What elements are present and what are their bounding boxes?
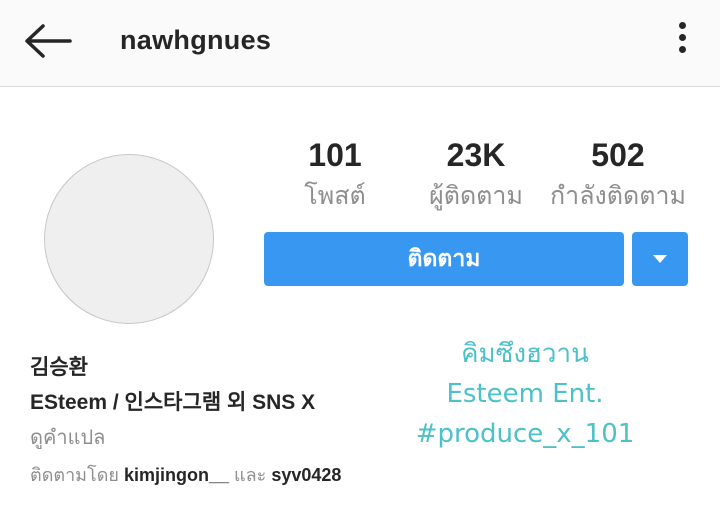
handwritten-annotation: คิมซึงฮวาน Esteem Ent. #produce_x_101 — [410, 334, 640, 454]
more-vertical-icon[interactable] — [672, 22, 692, 58]
followed-by-user-1[interactable]: kimjingon__ — [124, 465, 229, 485]
suggestions-dropdown-button[interactable] — [632, 232, 688, 286]
followed-by-and: และ — [234, 465, 267, 485]
stat-posts[interactable]: 101 โพสต์ — [300, 136, 370, 212]
bio-text: ESteem / 인스타그램 외 SNS X — [30, 391, 316, 414]
followed-by: ติดตามโดย kimjingon__ และ syv0428 — [30, 462, 341, 488]
stat-posts-count: 101 — [308, 137, 362, 173]
stat-following-label: กำลังติดตาม — [550, 182, 686, 210]
bio-section: 김승환 ESteem / 인스타그램 외 SNS X ดูคำแปล ติดตา… — [30, 354, 341, 488]
caret-down-icon — [653, 255, 667, 263]
stat-followers-label: ผู้ติดตาม — [429, 182, 523, 210]
stat-following-count: 502 — [591, 137, 645, 173]
stat-following[interactable]: 502 กำลังติดตาม — [546, 136, 690, 212]
annotation-line-2: Esteem Ent. — [446, 379, 604, 409]
bio-name: 김승환 — [30, 356, 88, 379]
profile-username: nawhgnues — [120, 25, 272, 55]
top-bar: nawhgnues — [0, 0, 720, 87]
annotation-line-1: คิมซึงฮวาน — [461, 339, 589, 369]
followed-by-user-2[interactable]: syv0428 — [271, 465, 341, 485]
follow-button[interactable]: ติดตาม — [264, 232, 624, 286]
stat-followers-count: 23K — [446, 137, 506, 173]
stat-followers[interactable]: 23K ผู้ติดตาม — [416, 136, 536, 212]
followed-by-prefix: ติดตามโดย — [30, 465, 119, 485]
see-translation-link[interactable]: ดูคำแปล — [30, 424, 341, 452]
annotation-line-3: #produce_x_101 — [415, 419, 635, 449]
arrow-left-icon[interactable] — [22, 22, 72, 60]
avatar[interactable] — [44, 154, 214, 324]
stat-posts-label: โพสต์ — [304, 182, 366, 210]
